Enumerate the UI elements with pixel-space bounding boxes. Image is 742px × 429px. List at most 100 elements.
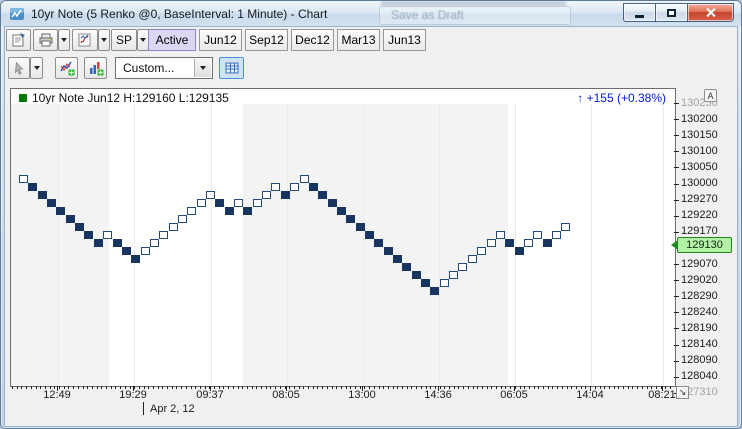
time-minor-tick [252,386,253,389]
add-chart-button[interactable] [84,57,107,79]
vertical-gridline [134,104,135,386]
price-label: 128040 [681,370,718,382]
price-label: 130100 [681,145,718,157]
tab-sep12[interactable]: Sep12 [245,29,288,51]
renko-brick-up [290,183,299,191]
tab-dec12[interactable]: Dec12 [291,29,334,51]
combobox-arrow[interactable] [194,59,211,77]
time-minor-tick [332,386,333,389]
close-icon [705,7,716,18]
chartbook-dropdown-arrow[interactable] [98,29,110,51]
renko-brick-down [543,239,552,247]
time-minor-tick [393,386,394,389]
quote-board-button[interactable] [219,57,244,79]
time-minor-tick [186,386,187,389]
renko-brick-up [561,223,570,231]
time-minor-tick [242,386,243,389]
minimize-icon [635,15,644,18]
renko-brick-up [440,279,449,287]
time-label: 13:00 [340,389,384,401]
time-minor-tick [637,386,638,389]
time-minor-tick [101,386,102,389]
price-tick [674,296,679,297]
time-minor-tick [618,386,619,389]
renko-brick-down [122,247,131,255]
time-minor-tick [543,386,544,389]
price-label: 130150 [681,129,718,141]
time-minor-tick [158,386,159,389]
pointer-tool-dropdown-arrow[interactable] [30,57,43,79]
restore-button[interactable] [655,3,688,22]
time-minor-tick [473,386,474,389]
minimize-button[interactable] [623,3,655,22]
renko-brick-down [113,239,122,247]
chevron-down-icon [34,66,40,70]
time-minor-tick [402,386,403,389]
study-preset-combobox[interactable]: Custom... [115,57,213,79]
renko-brick-up [477,247,486,255]
chart-legend: 10yr Note Jun12 H:129160 L:129135 [19,91,229,105]
price-label: 128140 [681,338,718,350]
renko-brick-down [356,223,365,231]
time-minor-tick [327,386,328,389]
time-minor-tick [562,386,563,389]
vertical-gridline [439,104,440,386]
time-label: 06:05 [492,389,536,401]
time-minor-tick [548,386,549,389]
renko-brick-down [75,223,84,231]
pointer-tool-button[interactable] [8,57,30,79]
close-button[interactable] [688,3,734,22]
chartbook-button[interactable] [72,29,98,51]
price-label: 128240 [681,306,718,318]
time-minor-tick [261,386,262,389]
time-minor-tick [487,386,488,389]
time-minor-tick [92,386,93,389]
time-minor-tick [87,386,88,389]
time-minor-tick [411,386,412,389]
renko-brick-down [365,231,374,239]
time-label: 19:29 [111,389,155,401]
up-arrow-icon: ↑ [577,91,583,105]
time-minor-tick [167,386,168,389]
renko-brick-up [103,231,112,239]
renko-brick-down [421,279,430,287]
vertical-gridline [363,104,364,386]
renko-brick-up [271,183,280,191]
chart-settings-button[interactable] [6,29,31,51]
tab-mar13[interactable]: Mar13 [337,29,380,51]
date-label: Apr 2, 12 [150,403,195,415]
print-dropdown-arrow[interactable] [58,29,70,51]
pointer-icon [12,61,26,75]
contract-tabs: ActiveJun12Sep12Dec12Mar13Jun13 [148,29,426,51]
sp-button[interactable]: SP [111,29,137,51]
add-study-button[interactable] [55,57,78,79]
renko-brick-up [159,231,168,239]
price-tick [674,280,679,281]
renko-brick-up [178,215,187,223]
time-minor-tick [313,386,314,389]
renko-brick-up [524,239,533,247]
print-button[interactable] [33,29,58,51]
time-minor-tick [106,386,107,389]
window-icon [9,6,25,22]
price-label: 130050 [681,161,718,173]
chart-window: Save as Draft 10yr Note (5 Renko @0, Bas… [0,0,742,429]
renko-brick-down [430,287,439,295]
sp-button-label: SP [116,33,132,47]
time-minor-tick [31,386,32,389]
time-minor-tick [336,386,337,389]
price-tick [674,151,679,152]
tab-active[interactable]: Active [148,29,196,51]
price-tick [674,345,679,346]
time-minor-tick [388,386,389,389]
price-tick [674,377,679,378]
chart-plot-area[interactable]: 10yr Note Jun12 H:129160 L:129135 ↑ +155… [10,88,676,387]
price-tick [674,200,679,201]
chart-region-marker: A [704,89,717,102]
tab-jun13[interactable]: Jun13 [383,29,426,51]
price-tick [674,167,679,168]
quote-board-icon [224,60,240,76]
tab-jun12[interactable]: Jun12 [199,29,242,51]
time-minor-tick [176,386,177,389]
renko-brick-up [533,231,542,239]
